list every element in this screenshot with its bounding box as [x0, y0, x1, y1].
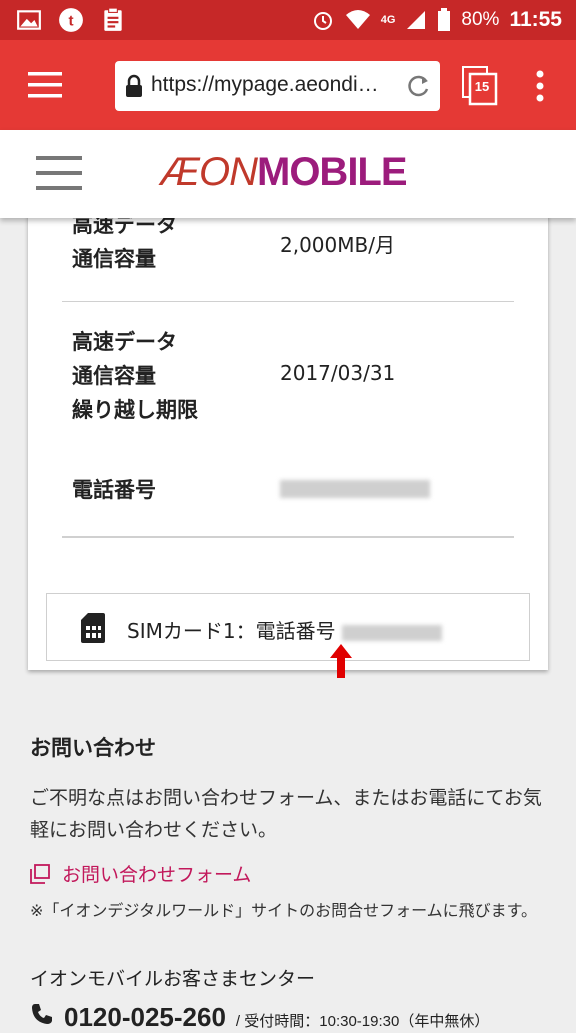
customer-center-phone[interactable]: 0120-025-260 / 受付時間：10:30-19:30（年中無休）: [30, 1002, 489, 1033]
sim-card-label: SIMカード1：電話番号: [127, 615, 442, 644]
sim-card-selector[interactable]: SIMカード1：電話番号: [46, 593, 530, 661]
detail-label: 高速データ 通信容量: [72, 208, 177, 276]
label-line: 繰り越し期限: [72, 398, 198, 422]
sim-number-redacted: [341, 624, 442, 641]
plan-details-card: 高速データ 通信容量 2,000MB/月 高速データ 通信容量 繰り越し期限 2…: [28, 205, 548, 670]
browser-toolbar: https://mypage.aeondi… 15: [0, 40, 576, 130]
label-line: 高速データ: [72, 330, 177, 354]
alarm-icon: [313, 12, 332, 30]
battery-level: 80%: [461, 9, 500, 30]
phone-icon: [32, 1004, 52, 1024]
app-notification-icon: t: [59, 8, 83, 32]
signal-icon: [407, 11, 426, 29]
sim-card-icon: [81, 613, 105, 643]
clock: 11:55: [509, 8, 562, 31]
detail-row-data-capacity: 高速データ 通信容量 2,000MB/月: [62, 205, 514, 302]
browser-menu-icon[interactable]: [28, 72, 62, 98]
contact-form-link[interactable]: お問い合わせフォーム: [30, 860, 251, 887]
detail-label: 高速データ 通信容量 繰り越し期限: [72, 325, 198, 427]
detail-label: 電話番号: [72, 478, 156, 502]
logo-prefix: ÆON: [160, 150, 258, 194]
contact-heading: お問い合わせ: [30, 736, 156, 760]
url-text[interactable]: https://mypage.aeondi…: [151, 73, 396, 97]
contact-description: ご不明な点はお問い合わせフォーム、またはお電話にてお気軽にお問い合わせください。: [30, 787, 542, 841]
red-arrow-up-icon: [330, 644, 352, 678]
lock-icon: [126, 74, 142, 97]
detail-row-phone-number: 電話番号: [62, 439, 514, 537]
business-hours: / 受付時間：10:30-19:30（年中無休）: [235, 1013, 490, 1030]
aeon-mobile-logo[interactable]: ÆONMOBILE: [160, 150, 408, 195]
network-type: 4G: [380, 14, 396, 26]
battery-icon: [438, 8, 451, 31]
sim-label-text: SIMカード1：電話番号: [127, 619, 336, 643]
site-menu-icon[interactable]: [36, 156, 82, 192]
label-line: 通信容量: [72, 247, 156, 271]
gallery-icon: [17, 10, 41, 30]
wifi-icon: [345, 10, 370, 29]
contact-note: ※「イオンデジタルワールド」サイトのお問合せフォームに飛びます。: [30, 901, 538, 920]
svg-text:t: t: [68, 12, 73, 29]
tab-switcher-button[interactable]: 15: [462, 66, 498, 106]
detail-value: 2,000MB/月: [280, 233, 395, 257]
clipboard-icon: [104, 7, 122, 31]
logo-suffix: MOBILE: [257, 150, 408, 194]
phone-number[interactable]: 0120-025-260: [64, 1002, 226, 1033]
tab-count: 15: [474, 79, 490, 94]
contact-form-link-text[interactable]: お問い合わせフォーム: [62, 860, 251, 887]
label-line: 通信容量: [72, 364, 156, 388]
customer-center-name: イオンモバイルお客さまセンター: [30, 968, 316, 990]
phone-number-redacted: [280, 479, 430, 503]
external-link-icon: [30, 863, 50, 884]
reload-icon[interactable]: [406, 73, 432, 99]
more-options-icon[interactable]: [532, 70, 548, 102]
url-bar[interactable]: https://mypage.aeondi…: [115, 61, 440, 111]
site-header: ÆONMOBILE: [0, 130, 576, 218]
status-bar: t 4G 80% 11:55: [0, 0, 576, 40]
detail-value: 2017/03/31: [280, 361, 396, 385]
